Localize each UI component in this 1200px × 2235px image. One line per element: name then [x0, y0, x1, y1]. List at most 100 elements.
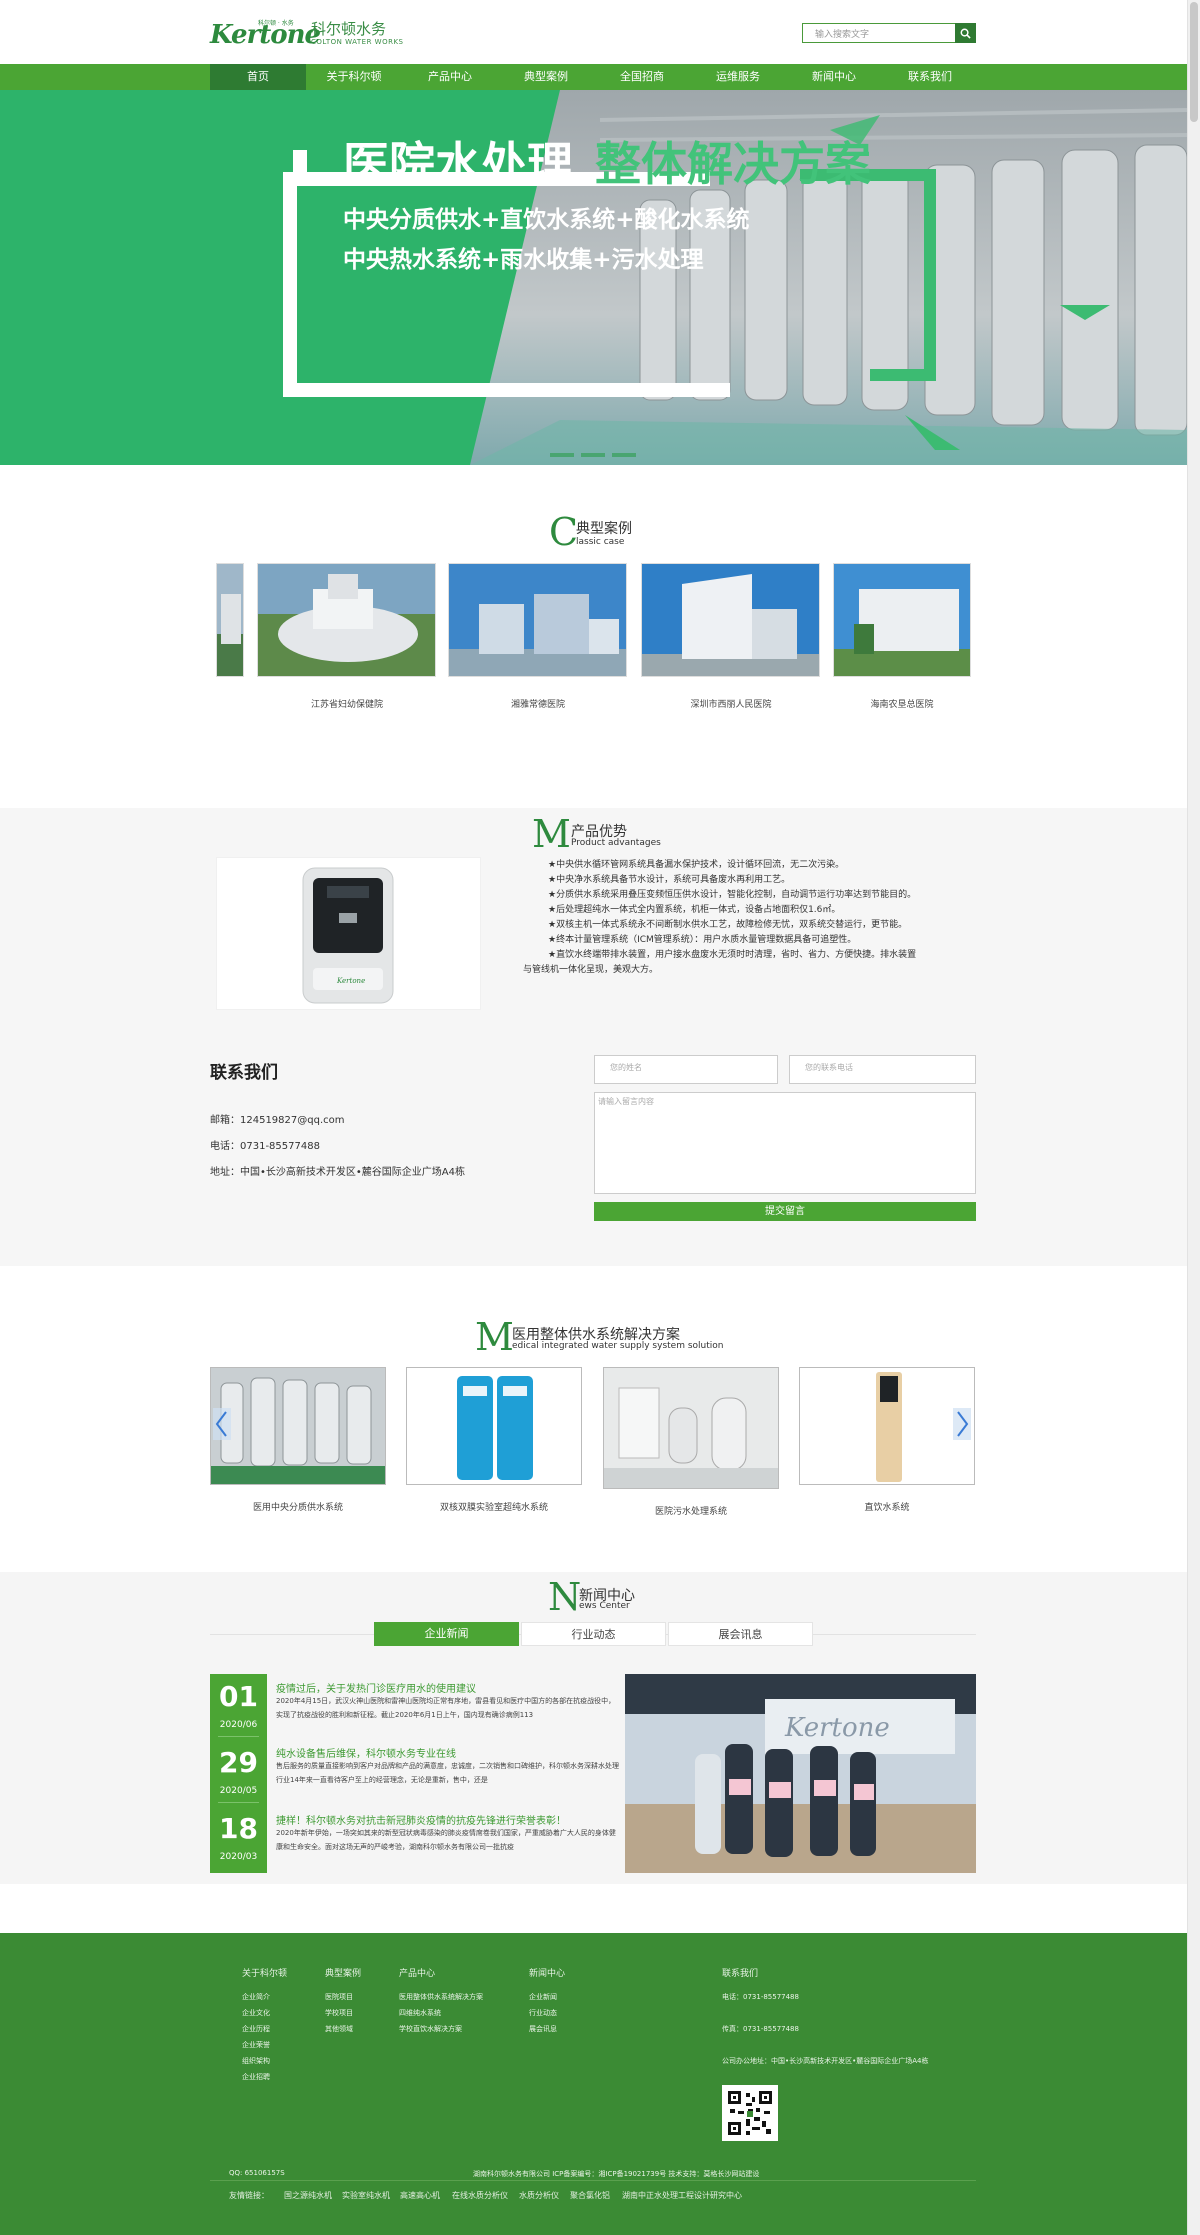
footer-link[interactable]: 企业简介 — [242, 1992, 270, 2002]
friend-link[interactable]: 实验室纯水机 — [342, 2190, 390, 2201]
news-photo[interactable]: Kertone — [625, 1674, 976, 1873]
section-initial: M — [475, 1315, 514, 1359]
friend-links-label: 友情链接： — [229, 2191, 269, 2200]
search-button[interactable] — [955, 23, 976, 43]
banner-dot[interactable] — [581, 453, 605, 457]
case-image[interactable] — [641, 563, 820, 677]
news-month: 2020/06 — [219, 1720, 258, 1730]
section-initial: M — [532, 812, 571, 856]
friend-link[interactable]: 在线水质分析仪 — [452, 2190, 508, 2201]
footer-link[interactable]: 行业动态 — [529, 2008, 557, 2018]
nav-products[interactable]: 产品中心 — [402, 64, 498, 90]
chevron-right-icon — [953, 1408, 971, 1440]
footer-link[interactable]: 四维纯水系统 — [399, 2008, 441, 2018]
solution-caption[interactable]: 医院污水处理系统 — [603, 1504, 779, 1517]
qr-code — [722, 2085, 778, 2141]
nav-contact[interactable]: 联系我们 — [882, 64, 978, 90]
carousel-prev-button[interactable] — [213, 1408, 231, 1440]
news-item-desc: 2020年新年伊始，一场突如其来的新型冠状病毒感染的肺炎疫情席卷我们国家，严重威… — [276, 1829, 616, 1851]
footer-link[interactable]: 学校直饮水解决方案 — [399, 2024, 462, 2034]
svg-text:Kertone: Kertone — [336, 977, 365, 985]
news-item-title[interactable]: 纯水设备售后维保，科尔顿水务专业在线 — [276, 1745, 456, 1760]
solution-caption[interactable]: 直饮水系统 — [799, 1500, 975, 1513]
tab-exhibition-news[interactable]: 展会讯息 — [668, 1622, 813, 1646]
submit-button[interactable]: 提交留言 — [594, 1202, 976, 1221]
case-caption[interactable]: 湘雅常德医院 — [448, 697, 628, 710]
footer-link[interactable]: 企业文化 — [242, 2008, 270, 2018]
case-caption[interactable]: 江苏省妇幼保健院 — [257, 697, 437, 710]
friend-link[interactable]: 湖南中正水处理工程设计研究中心 — [622, 2190, 742, 2201]
phone-field[interactable]: 您的联系电话 — [789, 1055, 976, 1084]
scrollbar-thumb[interactable] — [1190, 2, 1198, 122]
nav-about[interactable]: 关于科尔顿 — [306, 64, 402, 90]
footer-link[interactable]: 企业荣誉 — [242, 2040, 270, 2050]
news-item-title[interactable]: 捷样！科尔顿水务对抗击新冠肺炎疫情的抗疫先锋进行荣誉表彰！ — [276, 1812, 566, 1827]
news-item-title[interactable]: 疫情过后，关于发热门诊医疗用水的使用建议 — [276, 1680, 476, 1695]
nav-franchise[interactable]: 全国招商 — [594, 64, 690, 90]
main-nav: 首页 关于科尔顿 产品中心 典型案例 全国招商 运维服务 新闻中心 联系我们 — [0, 64, 1187, 90]
footer-link[interactable]: 企业新闻 — [529, 1992, 557, 2002]
news-item-desc: 售后服务的质量直接影响到客户对品牌和产品的满意度，忠诚度，二次销售和口碑维护，科… — [276, 1762, 619, 1784]
footer-col-heading[interactable]: 产品中心 — [399, 1966, 435, 1979]
news-day: 01 — [219, 1680, 258, 1713]
news-dates: 01 2020/06 29 2020/05 18 2020/03 — [210, 1674, 267, 1873]
tab-industry-news[interactable]: 行业动态 — [521, 1622, 666, 1646]
logo-name-cn: 科尔顿水务 — [311, 20, 387, 38]
case-image[interactable] — [833, 563, 971, 677]
footer-contact-heading: 联系我们 — [722, 1969, 759, 1979]
banner-dot[interactable] — [550, 453, 574, 457]
footer-col-heading[interactable]: 关于科尔顿 — [242, 1966, 287, 1979]
hero-banner[interactable]: 医院水处理 整体解决方案 中央分质供水+直饮水系统+酸化水系统 中央热水系统+雨… — [0, 90, 1187, 465]
case-image[interactable] — [448, 563, 627, 677]
news-day: 18 — [219, 1812, 258, 1845]
nav-cases[interactable]: 典型案例 — [498, 64, 594, 90]
section-subtitle: edical integrated water supply system so… — [512, 1341, 724, 1351]
nav-news[interactable]: 新闻中心 — [786, 64, 882, 90]
footer-link[interactable]: 企业招聘 — [242, 2072, 270, 2082]
case-caption[interactable]: 深圳市西丽人民医院 — [641, 697, 821, 710]
case-image[interactable] — [257, 563, 436, 677]
friend-link[interactable]: 水质分析仪 — [519, 2190, 559, 2201]
section-initial: N — [548, 1575, 582, 1619]
footer-link[interactable]: 展会讯息 — [529, 2024, 557, 2034]
nav-home[interactable]: 首页 — [210, 64, 306, 90]
carousel-next-button[interactable] — [953, 1408, 971, 1440]
news-month: 2020/03 — [219, 1852, 258, 1862]
footer-link[interactable]: 组织架构 — [242, 2056, 270, 2066]
case-caption[interactable]: 海南农垦总医院 — [833, 697, 971, 710]
page-scrollbar[interactable] — [1187, 0, 1200, 2235]
message-textarea[interactable]: 请输入留言内容 — [594, 1092, 976, 1194]
solution-image[interactable] — [406, 1367, 582, 1485]
footer-col-heading[interactable]: 新闻中心 — [529, 1966, 565, 1979]
advantage-item: ★中央净水系统具备节水设计，系统可具备废水再利用工艺。 — [548, 875, 791, 885]
footer-link[interactable]: 学校项目 — [325, 2008, 353, 2018]
footer-col-heading[interactable]: 典型案例 — [325, 1966, 361, 1979]
solution-image[interactable] — [799, 1367, 975, 1485]
solution-image[interactable] — [210, 1367, 386, 1485]
news-item-desc: 2020年4月15日，武汉火神山医院和雷神山医院均正常有序地，雷县看见和医疗中国… — [276, 1697, 616, 1719]
friend-link[interactable]: 国之源纯水机 — [284, 2190, 332, 2201]
search-input[interactable]: 输入搜索文字 — [802, 23, 956, 43]
nav-service[interactable]: 运维服务 — [690, 64, 786, 90]
product-image: Kertone — [216, 857, 481, 1010]
solution-image[interactable] — [603, 1367, 779, 1489]
banner-title: 医院水处理 — [343, 137, 573, 191]
footer-divider — [210, 2180, 976, 2181]
contact-phone: 电话：0731-85577488 — [210, 1141, 320, 1152]
footer-link[interactable]: 医用整体供水系统解决方案 — [399, 1992, 483, 2002]
solution-caption[interactable]: 医用中央分质供水系统 — [210, 1500, 386, 1513]
solution-caption[interactable]: 双核双膜实验室超纯水系统 — [406, 1500, 582, 1513]
friend-link[interactable]: 高速高心机 — [400, 2190, 440, 2201]
svg-text:Kertone: Kertone — [784, 1713, 890, 1743]
case-image[interactable] — [216, 563, 244, 677]
section-subtitle: lassic case — [576, 537, 625, 547]
banner-pagination — [550, 453, 636, 457]
footer-link[interactable]: 企业历程 — [242, 2024, 270, 2034]
banner-dot[interactable] — [612, 453, 636, 457]
friend-link[interactable]: 聚合氯化铝 — [570, 2190, 610, 2201]
name-field[interactable]: 您的姓名 — [594, 1055, 778, 1084]
tab-company-news[interactable]: 企业新闻 — [374, 1622, 519, 1646]
footer-link[interactable]: 其他领域 — [325, 2024, 353, 2034]
footer-link[interactable]: 医院项目 — [325, 1992, 353, 2002]
logo-tagline: 科尔顿 · 水务 — [258, 20, 294, 27]
